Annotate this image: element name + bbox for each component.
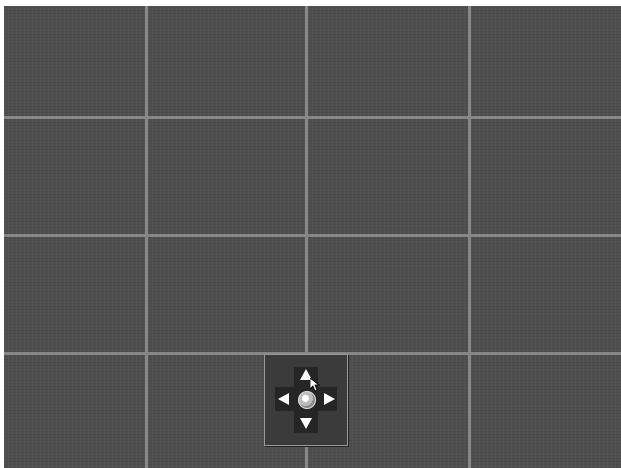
arrow-up-icon[interactable] [300, 369, 312, 381]
camera-cell-5[interactable] [4, 119, 145, 234]
camera-cell-11[interactable] [308, 237, 468, 352]
camera-cell-13[interactable] [4, 355, 145, 468]
home-center-icon[interactable] [298, 391, 316, 409]
camera-cell-6[interactable] [148, 119, 305, 234]
arrow-down-icon[interactable] [300, 417, 312, 429]
camera-cell-4[interactable] [471, 6, 621, 116]
camera-cell-2[interactable] [148, 6, 305, 116]
video-wall [4, 6, 621, 468]
camera-cell-9[interactable] [4, 237, 145, 352]
camera-cell-10[interactable] [148, 237, 305, 352]
camera-cell-12[interactable] [471, 237, 621, 352]
arrow-left-icon[interactable] [278, 393, 290, 405]
camera-cell-1[interactable] [4, 6, 145, 116]
camera-cell-8[interactable] [471, 119, 621, 234]
camera-cell-7[interactable] [308, 119, 468, 234]
arrow-right-icon[interactable] [323, 393, 335, 405]
camera-cell-16[interactable] [471, 355, 621, 468]
camera-cell-3[interactable] [308, 6, 468, 116]
ptz-control-panel [264, 354, 348, 446]
